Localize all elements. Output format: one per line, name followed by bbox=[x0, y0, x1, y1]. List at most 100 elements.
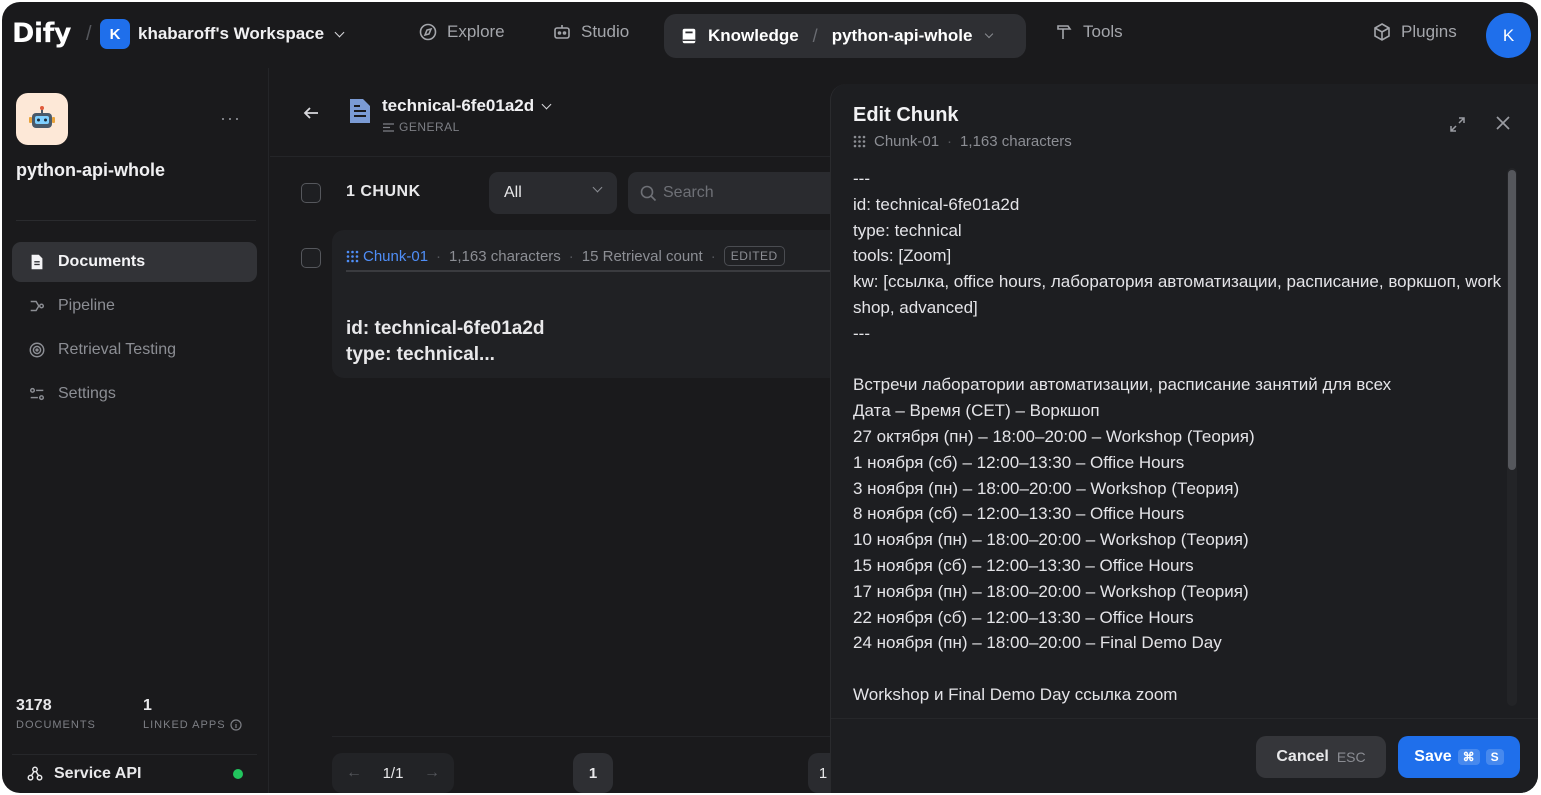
panel-title: Edit Chunk bbox=[853, 104, 959, 126]
sidebar-item-label: Retrieval Testing bbox=[58, 341, 176, 358]
workspace-badge: K bbox=[100, 19, 130, 49]
header-divider bbox=[270, 156, 830, 157]
editor-line: Дата – Время (CET) – Воркшоп bbox=[853, 401, 1100, 421]
retrieval-count: 15 Retrieval count bbox=[581, 247, 703, 265]
nav-knowledge-label: Knowledge bbox=[708, 26, 799, 45]
dify-logo[interactable]: Dify bbox=[12, 18, 72, 49]
status-filter-select[interactable]: All bbox=[489, 172, 617, 214]
expand-icon[interactable] bbox=[1449, 116, 1466, 138]
documents-count: 3178 bbox=[16, 697, 52, 714]
chevron-down-icon bbox=[334, 27, 345, 37]
chevron-down-icon bbox=[541, 99, 552, 109]
page-number-button[interactable]: 1 bbox=[573, 753, 613, 793]
sidebar-item-documents[interactable]: Documents bbox=[12, 242, 257, 282]
pipeline-icon bbox=[30, 300, 45, 312]
workspace-switcher[interactable]: K khabaroff's Workspace bbox=[100, 19, 345, 49]
chunk-search bbox=[628, 172, 838, 214]
api-icon bbox=[27, 766, 43, 781]
user-avatar[interactable]: K bbox=[1486, 13, 1531, 58]
linked-apps-stat: 1 LINKED APPS bbox=[143, 697, 242, 731]
cube-icon bbox=[1374, 23, 1390, 41]
editor-line: 22 ноября (сб) – 12:00–13:30 – Office Ho… bbox=[853, 607, 1194, 627]
sidebar-item-label: Documents bbox=[58, 253, 146, 270]
chunk-preview-line: type: technical... bbox=[346, 344, 495, 365]
cancel-button[interactable]: Cancel ESC bbox=[1256, 736, 1386, 778]
panel-footer-divider bbox=[831, 718, 1538, 719]
service-api-button[interactable]: Service API bbox=[12, 754, 257, 792]
panel-chunk-meta: Chunk-01 · 1,163 characters bbox=[853, 133, 1072, 150]
editor-line: 27 октября (пн) – 18:00–20:00 – Workshop… bbox=[853, 426, 1255, 446]
command-key-icon: ⌘ bbox=[1457, 749, 1480, 765]
info-icon[interactable] bbox=[229, 719, 242, 731]
documents-label: DOCUMENTS bbox=[16, 719, 96, 731]
nav-tools-label: Tools bbox=[1083, 22, 1123, 41]
top-navigation: Dify / K khabaroff's Workspace Explore S… bbox=[2, 2, 1538, 68]
cancel-label: Cancel bbox=[1276, 748, 1329, 765]
documents-stat: 3178 DOCUMENTS bbox=[16, 697, 96, 731]
chunk-card[interactable]: Chunk-01 · 1,163 characters · 15 Retriev… bbox=[332, 230, 832, 378]
cancel-shortcut: ESC bbox=[1336, 749, 1366, 765]
dataset-robot-icon bbox=[16, 93, 68, 145]
dataset-switcher[interactable]: python-api-whole bbox=[832, 26, 973, 46]
editor-scrollbar-thumb[interactable] bbox=[1508, 170, 1516, 470]
meta-separator: · bbox=[947, 133, 953, 150]
editor-line: Workshop и Final Demo Day ссылка zoom bbox=[853, 684, 1178, 704]
chunk-count: 1 CHUNK bbox=[346, 183, 421, 200]
app-window: Dify / K khabaroff's Workspace Explore S… bbox=[2, 2, 1538, 793]
save-button[interactable]: Save ⌘ S bbox=[1398, 736, 1520, 778]
nav-tools[interactable]: Tools bbox=[1054, 22, 1123, 42]
document-icon bbox=[31, 254, 43, 270]
grid-dots-icon bbox=[346, 250, 359, 262]
dataset-sidebar: ··· python-api-whole Documents Pipeline … bbox=[2, 68, 269, 793]
save-shortcut-key: S bbox=[1485, 749, 1504, 765]
general-mode-icon bbox=[383, 122, 394, 132]
chunk-id: Chunk-01 bbox=[346, 248, 428, 265]
panel-chunk-id: Chunk-01 bbox=[874, 133, 940, 150]
chunk-content-editor[interactable]: --- id: technical-6fe01a2d type: technic… bbox=[853, 166, 1503, 706]
nav-explore[interactable]: Explore bbox=[418, 22, 505, 42]
editor-line: 17 ноября (пн) – 18:00–20:00 – Workshop … bbox=[853, 581, 1249, 601]
nav-plugins[interactable]: Plugins bbox=[1372, 22, 1457, 42]
nav-studio[interactable]: Studio bbox=[552, 22, 629, 42]
breadcrumb-separator: / bbox=[812, 25, 818, 46]
editor-line: id: technical-6fe01a2d bbox=[853, 194, 1020, 214]
sidebar-item-retrieval-testing[interactable]: Retrieval Testing bbox=[12, 330, 257, 370]
chevron-down-icon bbox=[592, 182, 603, 193]
hammer-icon bbox=[1057, 25, 1072, 39]
chunk-header-underline bbox=[346, 270, 832, 272]
nav-plugins-label: Plugins bbox=[1401, 22, 1457, 41]
editor-line: kw: [ссылка, office hours, лаборатория а… bbox=[853, 272, 1502, 317]
sidebar-item-label: Settings bbox=[58, 385, 116, 402]
sidebar-item-pipeline[interactable]: Pipeline bbox=[12, 286, 257, 326]
meta-separator: · bbox=[710, 247, 716, 265]
editor-line: 10 ноября (пн) – 18:00–20:00 – Workshop … bbox=[853, 530, 1249, 550]
back-arrow-icon[interactable] bbox=[302, 104, 320, 128]
editor-line: 8 ноября (сб) – 12:00–13:30 – Office Hou… bbox=[853, 504, 1185, 524]
editor-line: 1 ноября (сб) – 12:00–13:30 – Office Hou… bbox=[853, 452, 1185, 472]
next-page-arrow-icon[interactable]: → bbox=[424, 764, 440, 782]
chunk-checkbox[interactable] bbox=[301, 248, 321, 268]
nav-studio-label: Studio bbox=[581, 22, 630, 41]
nav-knowledge[interactable]: Knowledge / python-api-whole bbox=[664, 14, 1026, 58]
status-indicator bbox=[233, 768, 243, 779]
edit-chunk-panel: Edit Chunk Chunk-01 · 1,163 characters -… bbox=[830, 84, 1538, 793]
sidebar-item-settings[interactable]: Settings bbox=[12, 374, 257, 414]
linked-apps-count: 1 bbox=[143, 697, 152, 714]
close-icon[interactable] bbox=[1495, 114, 1511, 137]
editor-line: type: technical bbox=[853, 220, 962, 240]
sidebar-item-label: Pipeline bbox=[58, 297, 115, 314]
document-file-icon bbox=[348, 98, 372, 129]
editor-line: 15 ноября (сб) – 12:00–13:30 – Office Ho… bbox=[853, 555, 1194, 575]
editor-line: 3 ноября (пн) – 18:00–20:00 – Workshop (… bbox=[853, 478, 1240, 498]
select-all-checkbox[interactable] bbox=[301, 183, 321, 203]
editor-line: 24 ноября (пн) – 18:00–20:00 – Final Dem… bbox=[853, 633, 1222, 653]
save-label: Save bbox=[1414, 748, 1452, 765]
editor-line: --- bbox=[853, 323, 870, 343]
document-switcher[interactable]: technical-6fe01a2d bbox=[382, 96, 552, 116]
more-options-icon[interactable]: ··· bbox=[220, 108, 241, 129]
search-input[interactable] bbox=[663, 184, 813, 202]
service-api-label: Service API bbox=[54, 764, 142, 782]
editor-line: --- bbox=[853, 169, 870, 188]
prev-page-arrow-icon[interactable]: ← bbox=[346, 764, 362, 782]
